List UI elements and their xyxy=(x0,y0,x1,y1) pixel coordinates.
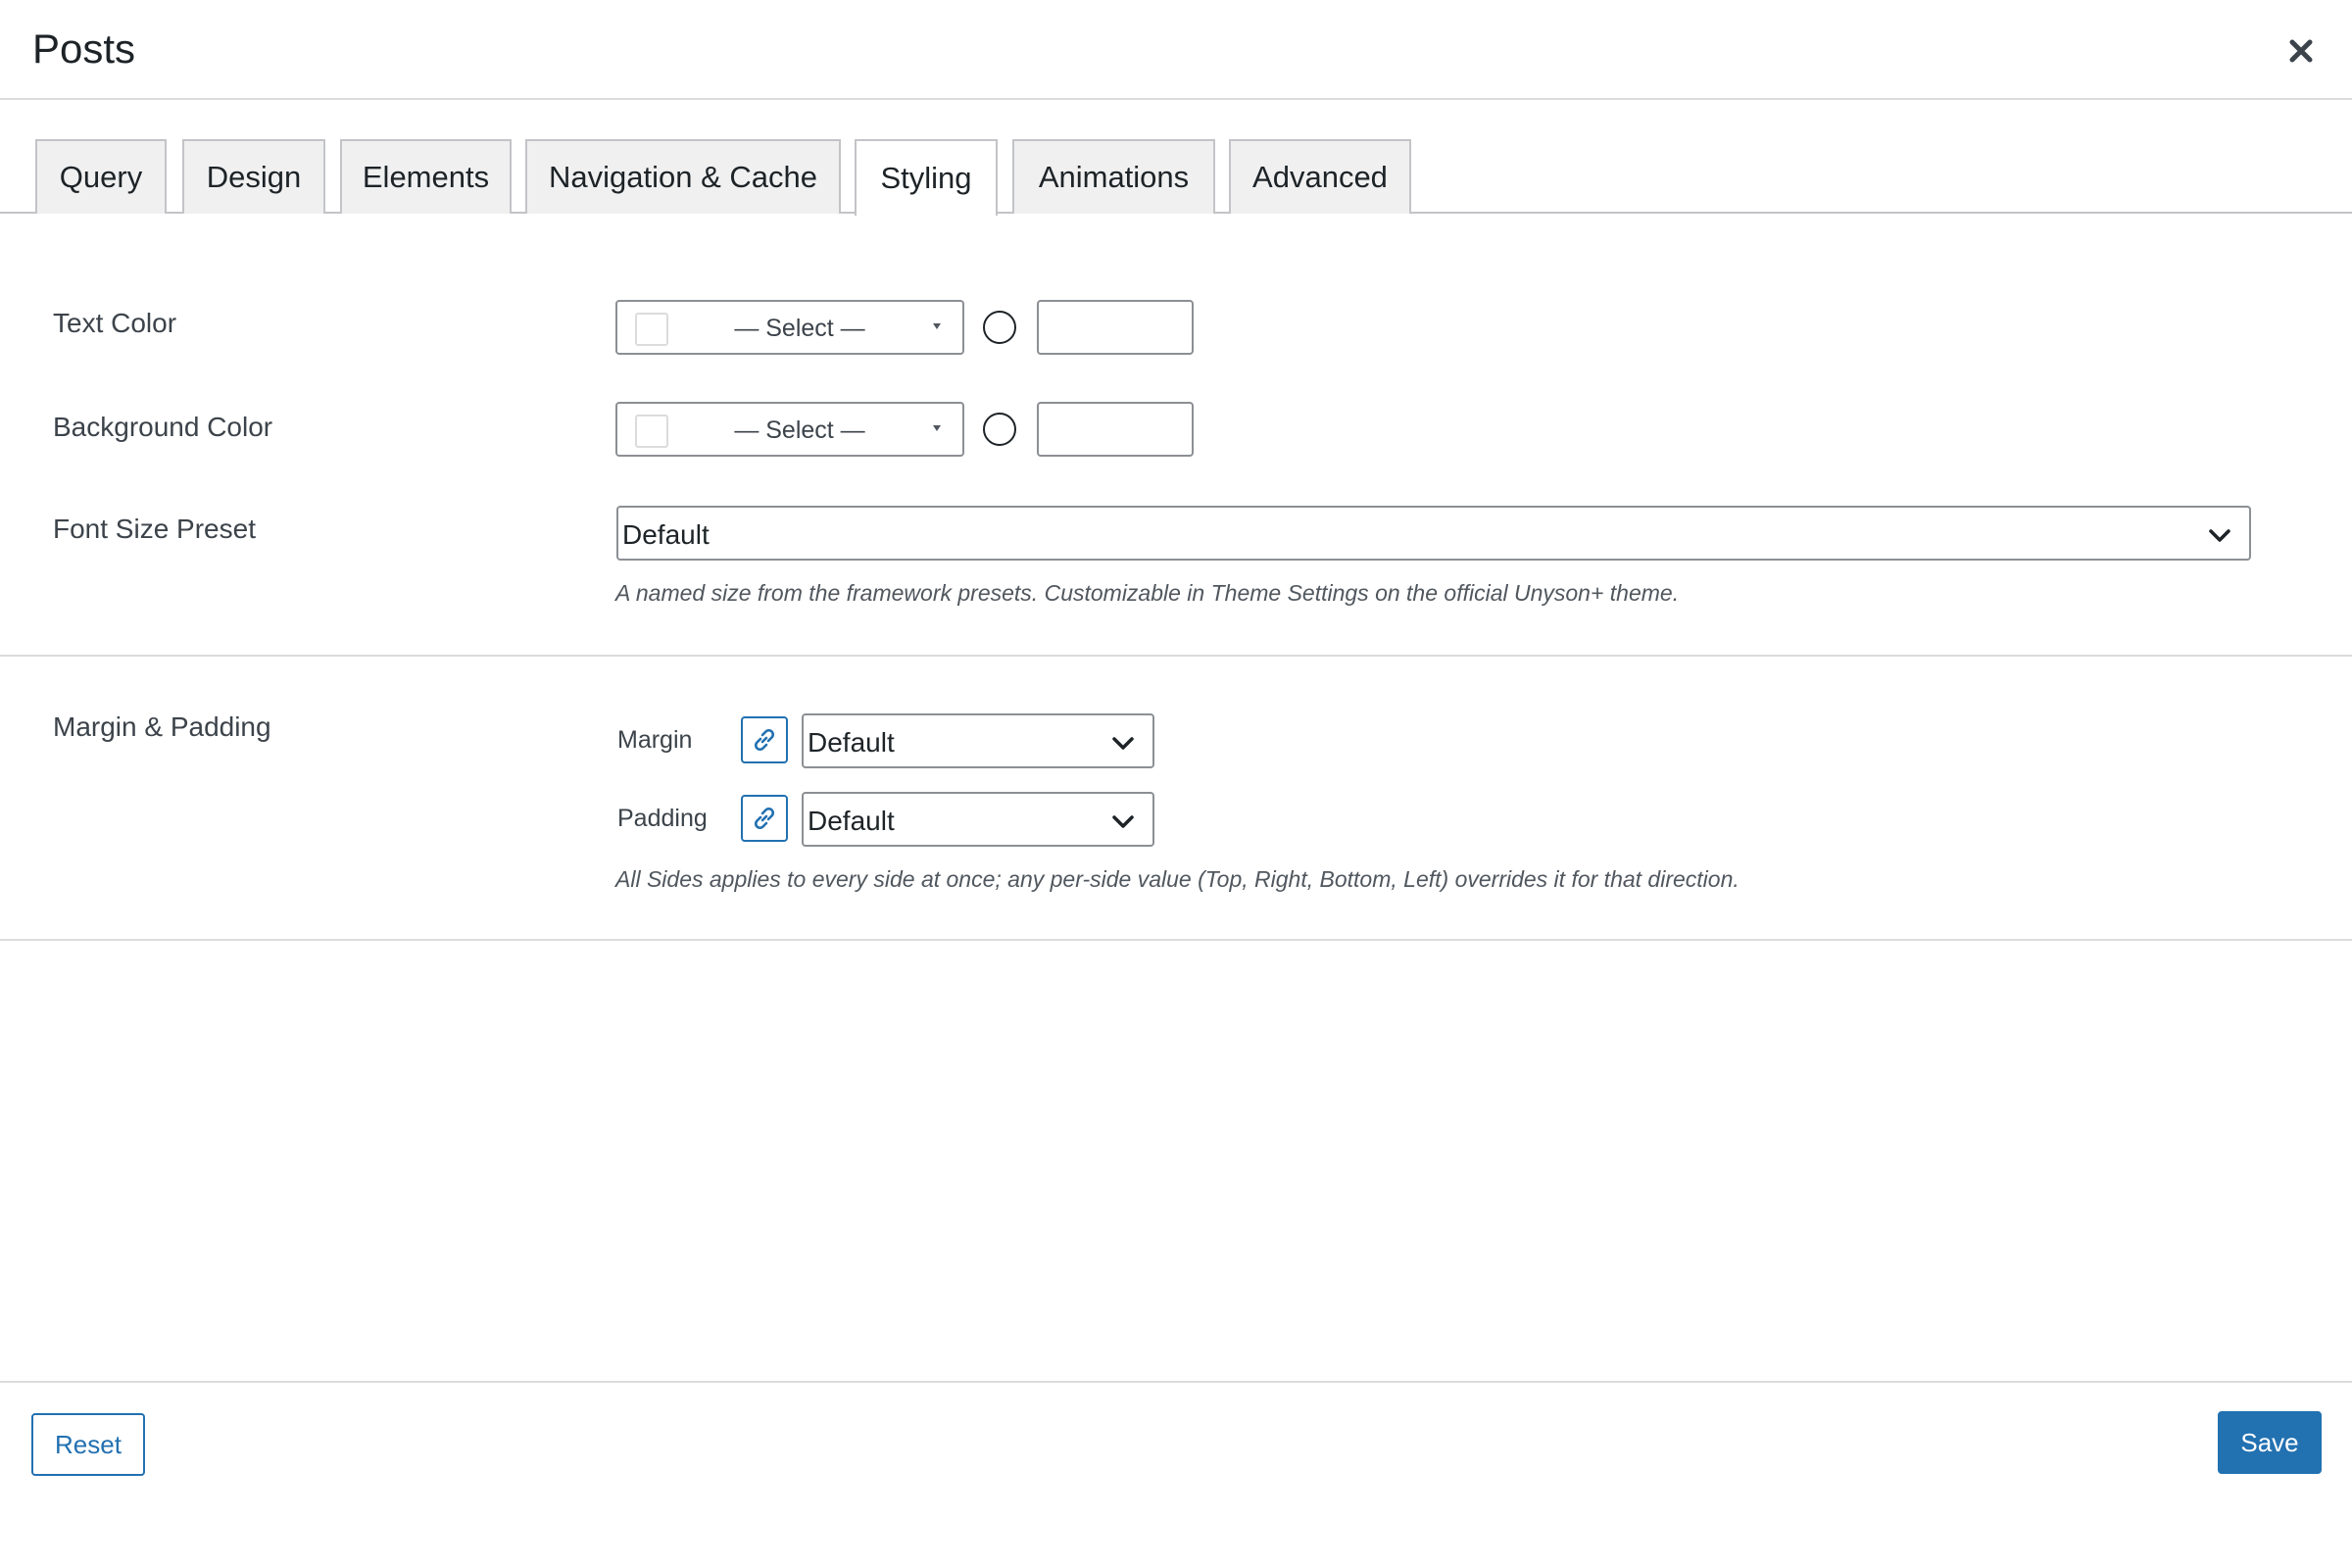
modal-title: Posts xyxy=(32,25,136,72)
caret-down-icon xyxy=(933,425,941,431)
link-icon xyxy=(754,728,775,752)
margin-padding-description: All Sides applies to every side at once;… xyxy=(615,866,1740,892)
margin-padding-label: Margin & Padding xyxy=(53,711,271,742)
background-color-select-text: — Select — xyxy=(734,416,865,444)
tab-styling[interactable]: Styling xyxy=(855,139,998,216)
link-icon xyxy=(754,807,775,830)
font-size-preset-select[interactable]: Default xyxy=(616,506,2251,561)
section-divider xyxy=(0,939,2352,941)
close-icon xyxy=(2289,39,2313,63)
padding-link-button[interactable] xyxy=(741,795,788,842)
margin-label: Margin xyxy=(617,726,693,754)
text-color-select-text: — Select — xyxy=(734,315,865,342)
chevron-down-icon xyxy=(2209,529,2230,542)
tab-elements[interactable]: Elements xyxy=(340,139,512,214)
text-color-select[interactable]: — Select — xyxy=(615,300,964,355)
chevron-down-icon xyxy=(1112,815,1134,828)
close-button[interactable] xyxy=(2279,29,2323,73)
background-color-custom-input[interactable] xyxy=(1037,402,1194,457)
padding-value: Default xyxy=(808,806,895,836)
section-divider xyxy=(0,655,2352,657)
tab-bar: Query Design Elements Navigation & Cache… xyxy=(0,100,2352,216)
modal-header: Posts xyxy=(0,0,2352,100)
reset-button[interactable]: Reset xyxy=(31,1413,145,1476)
tab-animations[interactable]: Animations xyxy=(1012,139,1215,214)
footer-divider xyxy=(0,1381,2352,1383)
caret-down-icon xyxy=(933,323,941,329)
margin-link-button[interactable] xyxy=(741,716,788,763)
padding-label: Padding xyxy=(617,805,708,832)
tab-navigation-cache[interactable]: Navigation & Cache xyxy=(525,139,841,214)
padding-select[interactable]: Default xyxy=(802,792,1154,847)
text-color-custom-radio[interactable] xyxy=(983,311,1016,344)
tab-advanced[interactable]: Advanced xyxy=(1229,139,1411,214)
font-size-preset-label: Font Size Preset xyxy=(53,514,256,544)
background-color-label: Background Color xyxy=(53,412,273,442)
font-size-preset-value: Default xyxy=(622,519,710,550)
margin-select[interactable]: Default xyxy=(802,713,1154,768)
tab-design[interactable]: Design xyxy=(182,139,325,214)
text-color-label: Text Color xyxy=(53,308,177,338)
font-size-preset-description: A named size from the framework presets.… xyxy=(615,580,1680,606)
save-button[interactable]: Save xyxy=(2218,1411,2322,1474)
background-color-custom-radio[interactable] xyxy=(983,413,1016,446)
chevron-down-icon xyxy=(1112,737,1134,750)
text-color-custom-input[interactable] xyxy=(1037,300,1194,355)
margin-value: Default xyxy=(808,727,895,758)
background-color-select[interactable]: — Select — xyxy=(615,402,964,457)
tab-query[interactable]: Query xyxy=(35,139,167,214)
